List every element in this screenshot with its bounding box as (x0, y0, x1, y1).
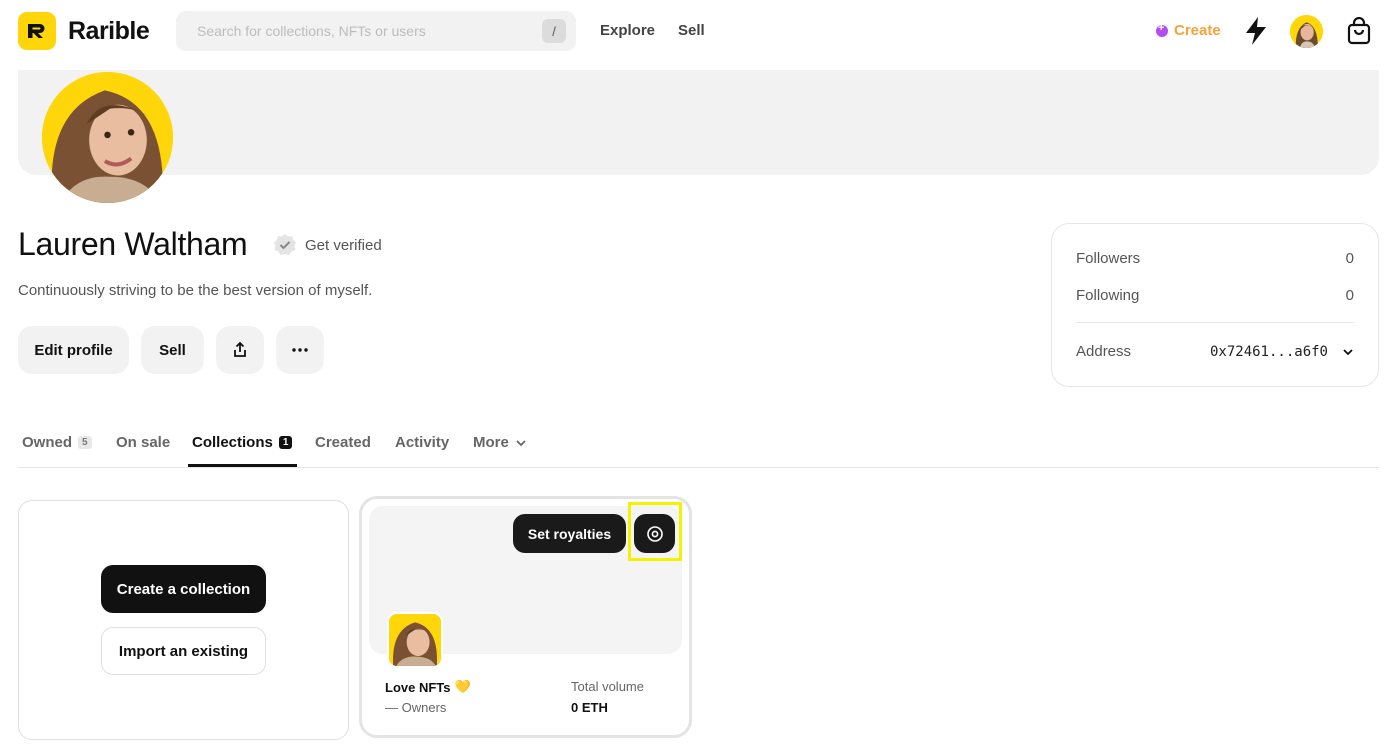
edit-profile-button[interactable]: Edit profile (18, 326, 129, 374)
profile-avatar (42, 72, 173, 203)
nav-sell[interactable]: Sell (678, 22, 705, 39)
chevron-down-icon (516, 439, 526, 446)
tab-activity-label: Activity (395, 434, 450, 451)
search-shortcut-badge: / (542, 19, 566, 43)
share-icon (234, 341, 246, 357)
tab-collections-label: Collections (192, 434, 273, 451)
search-bar[interactable]: / (176, 11, 576, 51)
ellipsis-icon (292, 348, 308, 352)
profile-banner (18, 70, 1379, 175)
create-collection-button[interactable]: Create a collection (101, 565, 266, 613)
collection-thumbnail (387, 612, 443, 668)
plus-circle-icon (1156, 22, 1168, 37)
address-label: Address (1076, 343, 1132, 360)
highlight-box (628, 502, 682, 561)
collection-name: Love NFTs 💛 (385, 679, 471, 695)
get-verified-link[interactable]: Get verified (305, 237, 382, 254)
tab-activity[interactable]: Activity (395, 434, 449, 451)
profile-tabs: Owned 5 On sale Collections 1 Created Ac… (18, 425, 1379, 468)
tab-collections-count: 1 (278, 436, 293, 449)
create-collection-card (18, 500, 349, 740)
followers-label: Followers (1076, 250, 1141, 267)
tab-collections[interactable]: Collections 1 (192, 434, 293, 451)
bolt-icon[interactable] (1243, 16, 1269, 46)
verified-badge-icon (274, 234, 296, 255)
more-options-button[interactable] (276, 326, 324, 374)
profile-stats-card: Followers 0 Following 0 Address 0x72461.… (1051, 223, 1379, 387)
shopping-bag-icon[interactable] (1346, 17, 1372, 45)
yellow-heart-icon: 💛 (454, 679, 471, 694)
rarible-logo-icon (18, 12, 56, 50)
tab-on-sale-label: On sale (116, 434, 171, 451)
collection-owners: — Owners (385, 700, 447, 715)
profile-bio: Continuously striving to be the best ver… (18, 282, 373, 299)
top-nav: Rarible / Explore Sell Create (0, 0, 1398, 66)
profile-name: Lauren Waltham (18, 226, 248, 262)
rarible-logo[interactable]: Rarible (18, 12, 150, 50)
tab-created-label: Created (315, 434, 371, 451)
total-volume-value: 0 ETH (571, 700, 608, 715)
address-row: Address 0x72461...a6f0 (1076, 343, 1354, 360)
share-button[interactable] (216, 326, 264, 374)
followers-row[interactable]: Followers 0 (1076, 250, 1354, 267)
active-tab-indicator (188, 464, 297, 467)
tab-more[interactable]: More (473, 434, 527, 451)
stats-divider (1076, 322, 1354, 323)
address-value: 0x72461...a6f0 (1209, 343, 1328, 360)
followers-count: 0 (1345, 250, 1354, 267)
brand-name: Rarible (68, 16, 150, 45)
user-avatar[interactable] (1290, 15, 1323, 48)
tab-owned-count: 5 (78, 436, 92, 449)
create-label: Create (1174, 22, 1221, 39)
tab-more-label: More (473, 434, 509, 451)
tab-created[interactable]: Created (315, 434, 371, 451)
tab-owned[interactable]: Owned 5 (22, 434, 92, 451)
tab-on-sale[interactable]: On sale (116, 434, 170, 451)
search-input[interactable] (197, 23, 542, 39)
import-collection-button[interactable]: Import an existing (101, 627, 266, 675)
tab-owned-label: Owned (22, 434, 73, 451)
set-royalties-button[interactable]: Set royalties (513, 514, 626, 553)
chevron-down-icon (1343, 348, 1353, 355)
following-label: Following (1076, 287, 1140, 304)
address-dropdown[interactable]: 0x72461...a6f0 (1210, 344, 1354, 360)
collection-name-text: Love NFTs (385, 679, 451, 695)
total-volume-label: Total volume (571, 679, 644, 694)
create-button[interactable]: Create (1156, 22, 1221, 39)
following-count: 0 (1345, 287, 1354, 304)
nav-explore[interactable]: Explore (600, 22, 655, 39)
sell-button[interactable]: Sell (141, 326, 204, 374)
following-row[interactable]: Following 0 (1076, 287, 1354, 304)
